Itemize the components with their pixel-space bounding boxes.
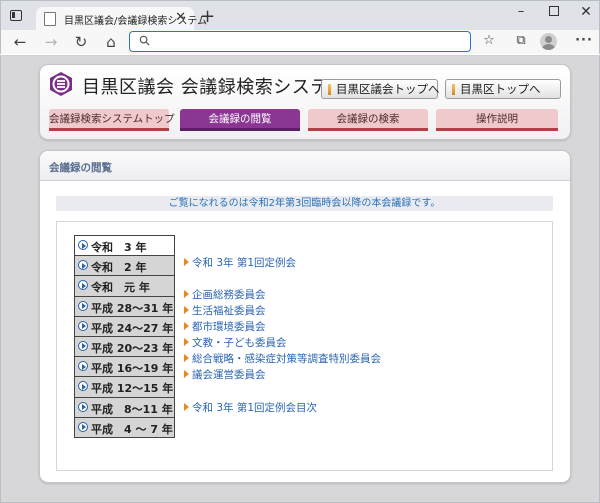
year-label: 平成 20～23 年 bbox=[91, 341, 174, 355]
council-top-link[interactable]: 目黒区議会トップへ bbox=[321, 79, 440, 99]
browser-toolbar: ← → ↻ ⌂ ☆ ⧉ ··· bbox=[0, 30, 600, 54]
meeting-link-label: 都市環境委員会 bbox=[192, 321, 266, 333]
orange-arrow-icon bbox=[184, 338, 189, 346]
site-header: 目黒区議会 会議録検索システム 目黒区議会トップへ 目黒区トップへ 会議録検索シ… bbox=[39, 64, 571, 140]
year-label: 令和 3 年 bbox=[91, 241, 147, 254]
availability-notice: ご覧になれるのは令和2年第3回臨時会以降の本会議録です。 bbox=[56, 196, 553, 211]
tab-browse-minutes[interactable]: 会議録の閲覧 bbox=[180, 109, 300, 131]
close-window-button[interactable]: ✕ bbox=[576, 4, 596, 20]
arrow-circle-icon bbox=[78, 340, 88, 351]
year-item[interactable]: 令和 元 年 bbox=[74, 276, 175, 297]
meeting-link[interactable]: 総合戦略・感染症対策等調査特別委員会 bbox=[184, 352, 381, 367]
arrow-circle-icon bbox=[78, 320, 88, 331]
search-icon bbox=[139, 35, 150, 46]
year-list: 令和 3 年 令和 2 年 令和 元 年 平成 28～31 年 平成 24～27… bbox=[74, 235, 175, 438]
tab-search-system-top[interactable]: 会議録検索システムトップ bbox=[49, 109, 175, 131]
meeting-link[interactable]: 令和 3年 第1回定例会 bbox=[184, 256, 296, 271]
meeting-link[interactable]: 生活福祉委員会 bbox=[184, 304, 266, 319]
profile-icon[interactable] bbox=[540, 33, 557, 50]
browser-tab[interactable]: 目黒区議会/会議録検索システム ✕ bbox=[36, 7, 207, 31]
main-panel: 会議録の閲覧 ご覧になれるのは令和2年第3回臨時会以降の本会議録です。 令和 3… bbox=[39, 150, 571, 483]
page-viewport: 目黒区議会 会議録検索システム 目黒区議会トップへ 目黒区トップへ 会議録検索シ… bbox=[0, 55, 600, 503]
orange-arrow-icon bbox=[184, 354, 189, 362]
meeting-link-label: 令和 3年 第1回定例会 bbox=[192, 257, 297, 269]
new-tab-button[interactable]: + bbox=[200, 6, 215, 27]
year-label: 平成 4 ～ 7 年 bbox=[91, 422, 173, 436]
meeting-link-label: 文教・子ども委員会 bbox=[192, 337, 287, 349]
arrow-circle-icon bbox=[78, 361, 88, 372]
meeting-link-label: 企画総務委員会 bbox=[192, 289, 266, 301]
arrow-circle-icon bbox=[78, 260, 88, 271]
year-label: 平成 12～15 年 bbox=[91, 382, 174, 396]
collections-icon[interactable]: ⧉ bbox=[511, 33, 531, 48]
year-label: 平成 16～19 年 bbox=[91, 362, 174, 376]
year-item[interactable]: 平成 12～15 年 bbox=[74, 377, 175, 398]
home-icon[interactable]: ⌂ bbox=[101, 32, 121, 52]
back-icon[interactable]: ← bbox=[10, 32, 30, 52]
arrow-circle-icon bbox=[78, 300, 88, 311]
minimize-button[interactable]: – bbox=[511, 4, 531, 19]
year-item[interactable]: 平成 4 ～ 7 年 bbox=[74, 417, 175, 438]
meeting-link[interactable]: 令和 3年 第1回定例会目次 bbox=[184, 401, 317, 416]
orange-arrow-icon bbox=[184, 322, 189, 330]
meeting-link-label: 令和 3年 第1回定例会目次 bbox=[192, 402, 318, 414]
more-icon[interactable]: ··· bbox=[574, 33, 594, 48]
site-title: 目黒区議会 会議録検索システム bbox=[82, 77, 347, 98]
orange-arrow-icon bbox=[184, 370, 189, 378]
year-item[interactable]: 平成 8～11 年 bbox=[74, 397, 175, 418]
maximize-icon bbox=[549, 6, 559, 16]
year-label: 平成 28～31 年 bbox=[91, 301, 174, 315]
ward-top-label: 目黒区トップへ bbox=[460, 82, 541, 96]
year-item[interactable]: 令和 2 年 bbox=[74, 256, 175, 277]
section-header: 会議録の閲覧 bbox=[40, 151, 570, 181]
meeting-link[interactable]: 都市環境委員会 bbox=[184, 320, 266, 335]
favorites-icon[interactable]: ☆ bbox=[479, 33, 499, 48]
year-item[interactable]: 平成 28～31 年 bbox=[74, 296, 175, 317]
address-bar[interactable] bbox=[129, 31, 471, 52]
year-label: 令和 2 年 bbox=[91, 261, 147, 275]
tab-help[interactable]: 操作説明 bbox=[436, 109, 558, 131]
meeting-link-label: 総合戦略・感染症対策等調査特別委員会 bbox=[192, 353, 381, 365]
meeting-link[interactable]: 企画総務委員会 bbox=[184, 288, 266, 303]
arrow-circle-icon bbox=[78, 421, 88, 432]
orange-arrow-icon bbox=[184, 258, 189, 266]
arrow-circle-icon bbox=[78, 280, 88, 291]
orange-arrow-icon bbox=[184, 403, 189, 411]
year-item[interactable]: 令和 3 年 bbox=[74, 236, 175, 257]
link-bar-icon bbox=[452, 84, 455, 95]
section-title: 会議録の閲覧 bbox=[49, 162, 112, 174]
council-top-label: 目黒区議会トップへ bbox=[336, 82, 440, 96]
maximize-button[interactable] bbox=[544, 5, 564, 20]
year-label: 平成 8～11 年 bbox=[91, 402, 173, 416]
meguro-crest-logo bbox=[50, 72, 72, 96]
meeting-link[interactable]: 文教・子ども委員会 bbox=[184, 336, 287, 351]
year-label: 平成 24～27 年 bbox=[91, 321, 174, 335]
arrow-circle-icon bbox=[78, 240, 88, 250]
forward-icon[interactable]: → bbox=[41, 32, 61, 52]
reload-icon[interactable]: ↻ bbox=[71, 32, 91, 52]
arrow-circle-icon bbox=[78, 401, 88, 412]
minutes-browser: 令和 3 年 令和 2 年 令和 元 年 平成 28～31 年 平成 24～27… bbox=[56, 221, 553, 471]
meeting-link-label: 生活福祉委員会 bbox=[192, 305, 266, 317]
orange-arrow-icon bbox=[184, 306, 189, 314]
ward-top-link[interactable]: 目黒区トップへ bbox=[445, 79, 561, 99]
link-bar-icon bbox=[328, 84, 331, 95]
year-item[interactable]: 平成 24～27 年 bbox=[74, 316, 175, 337]
arrow-circle-icon bbox=[78, 381, 88, 392]
meeting-link[interactable]: 議会運営委員会 bbox=[184, 368, 266, 383]
page-favicon-icon bbox=[44, 12, 56, 26]
tab-close-icon[interactable]: ✕ bbox=[175, 10, 186, 25]
year-label: 令和 元 年 bbox=[91, 281, 150, 295]
year-item[interactable]: 平成 20～23 年 bbox=[74, 336, 175, 358]
window-menu-icon[interactable] bbox=[10, 10, 22, 21]
year-item[interactable]: 平成 16～19 年 bbox=[74, 357, 175, 378]
browser-titlebar: 目黒区議会/会議録検索システム ✕ + – ✕ bbox=[0, 0, 600, 31]
orange-arrow-icon bbox=[184, 290, 189, 298]
tab-search-minutes[interactable]: 会議録の検索 bbox=[308, 109, 428, 131]
meeting-link-label: 議会運営委員会 bbox=[192, 369, 266, 381]
